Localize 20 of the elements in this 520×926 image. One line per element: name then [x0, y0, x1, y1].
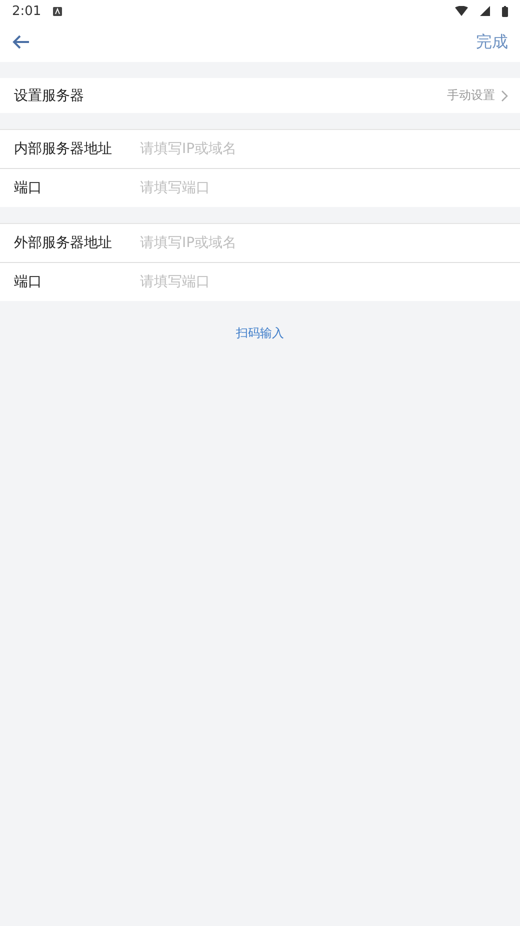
row-value: 手动设置 — [447, 87, 495, 104]
scan-input-link[interactable]: 扫码输入 — [236, 325, 284, 342]
server-setting-row[interactable]: 设置服务器 手动设置 — [0, 78, 520, 113]
field-label: 端口 — [14, 273, 43, 291]
notification-icon — [53, 6, 62, 16]
field-label: 内部服务器地址 — [14, 140, 113, 158]
input-field[interactable]: 请填写IP或域名 — [140, 235, 520, 251]
back-button[interactable] — [12, 34, 30, 50]
signal-icon — [480, 6, 490, 16]
wifi-icon — [455, 6, 468, 16]
field-label: 端口 — [14, 179, 43, 197]
input-field[interactable]: 请填写IP或域名 — [140, 141, 520, 157]
input-field[interactable]: 请填写端口 — [140, 274, 520, 290]
field-label: 外部服务器地址 — [14, 234, 113, 252]
status-time: 2:01 — [12, 4, 42, 18]
input-field[interactable]: 请填写端口 — [140, 180, 520, 196]
battery-icon — [502, 6, 508, 16]
chevron-right-icon — [501, 90, 508, 102]
done-button[interactable]: 完成 — [476, 32, 508, 52]
row-label: 设置服务器 — [14, 86, 84, 104]
